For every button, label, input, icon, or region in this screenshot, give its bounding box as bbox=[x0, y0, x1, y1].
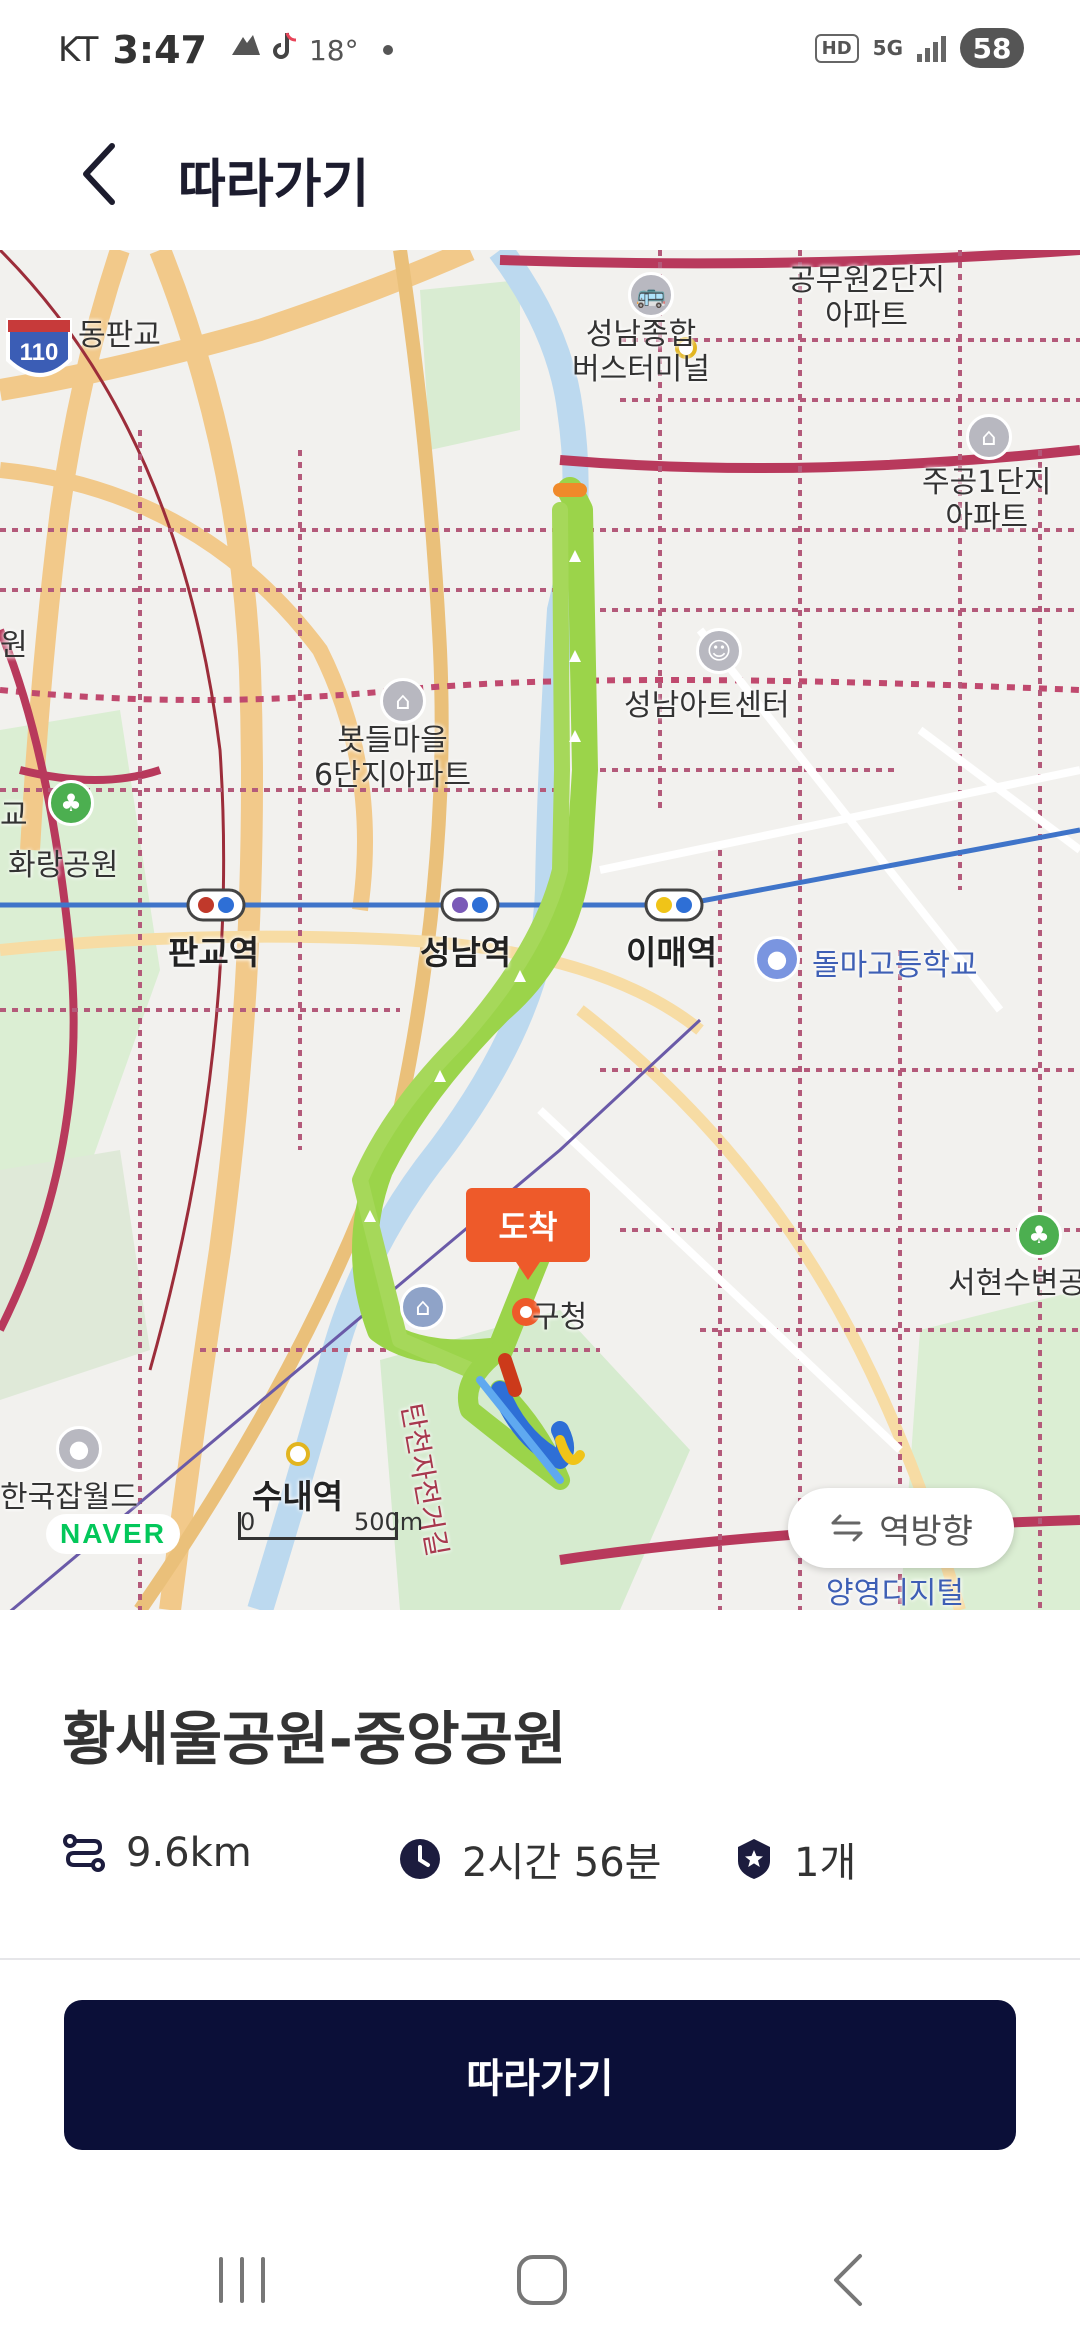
back-icon bbox=[834, 2254, 862, 2306]
notification-app-icon bbox=[229, 31, 263, 69]
map-label-hanguk: 한국잡월드 bbox=[0, 1480, 138, 1515]
reverse-direction-label: 역방향 bbox=[879, 1511, 973, 1552]
page-title: 따라가기 bbox=[178, 155, 370, 215]
bus-icon: 🚌 bbox=[628, 272, 674, 318]
home-icon bbox=[517, 2255, 567, 2305]
scale-distance-label: 500m bbox=[354, 1508, 424, 1536]
recents-icon bbox=[219, 2257, 265, 2303]
map-label-terminal: 성남종합 버스터미널 bbox=[572, 317, 710, 387]
scale-zero-label: 0 bbox=[240, 1508, 256, 1536]
carrier-label: KT bbox=[58, 30, 99, 70]
status-bar: KT 3:47 18° HD 5G 58 bbox=[0, 0, 1080, 100]
arrival-marker[interactable]: 도착 bbox=[466, 1188, 590, 1280]
map-label-seohyeon: 서현수변공 bbox=[948, 1266, 1080, 1301]
naver-logo: NAVER bbox=[46, 1514, 180, 1554]
duration-value: 2시간 56분 bbox=[462, 1840, 662, 1886]
home-button[interactable] bbox=[502, 2240, 582, 2320]
map-label-yangyeong: 양영디지털 bbox=[826, 1576, 964, 1610]
apartment-icon: ⌂ bbox=[380, 678, 426, 724]
map-label-hwarang-park: 화랑공원 bbox=[8, 848, 119, 883]
course-info-sheet: 황새울공원-중앙공원 9.6km 2시간 56분 1개 따라가기 bbox=[0, 1610, 1080, 2340]
government-office-icon: ⌂ bbox=[400, 1284, 446, 1330]
swap-arrows-icon bbox=[831, 1514, 863, 1542]
tiktok-icon bbox=[273, 31, 299, 69]
map-base: 110 bbox=[0, 250, 1080, 1610]
clock-icon bbox=[400, 1839, 440, 1879]
hd-voice-icon: HD bbox=[814, 33, 859, 63]
map-label-bongdeul: 봇들마을 6단지아파트 bbox=[314, 723, 472, 793]
map-label-dongpangyo: 동판교 bbox=[78, 318, 161, 353]
distance-value: 9.6km bbox=[126, 1830, 252, 1876]
chevron-left-icon bbox=[83, 143, 115, 205]
divider bbox=[0, 1958, 1080, 1960]
facility-icon: ● bbox=[56, 1426, 102, 1472]
app-header: 따라가기 bbox=[0, 100, 1080, 250]
school-icon: ● bbox=[754, 936, 800, 982]
back-nav-button[interactable] bbox=[808, 2240, 888, 2320]
course-title: 황새울공원-중앙공원 bbox=[62, 1705, 567, 1773]
station-label-imae: 이매역 bbox=[626, 933, 718, 972]
duration-stat: 2시간 56분 bbox=[398, 1830, 661, 1888]
distance-stat: 9.6km bbox=[62, 1830, 252, 1876]
reverse-direction-button[interactable]: 역방향 bbox=[788, 1488, 1014, 1568]
park-icon: ♣ bbox=[48, 780, 94, 826]
map-label-district-office: 구청 bbox=[532, 1300, 588, 1335]
stamp-count: 1개 bbox=[794, 1840, 857, 1886]
map-label-gongmuwon: 공무원2단지 아파트 bbox=[788, 263, 946, 333]
follow-button[interactable]: 따라가기 bbox=[64, 2000, 1016, 2150]
station-label-pangyo: 판교역 bbox=[168, 933, 260, 972]
course-stats: 9.6km 2시간 56분 1개 bbox=[62, 1830, 1022, 1900]
route-map[interactable]: 110 🚌 ⌂ ☺ ⌂ ♣ ● ♣ ⌂ ● 동판교 공무원2단지 아파트 성남종… bbox=[0, 250, 1080, 1610]
theater-icon: ☺ bbox=[696, 628, 742, 674]
battery-icon: 58 bbox=[960, 28, 1024, 68]
park-icon: ♣ bbox=[1016, 1212, 1062, 1258]
dot-indicator-icon bbox=[382, 45, 393, 55]
badge-icon bbox=[738, 1839, 770, 1879]
map-label-edge: 교 bbox=[0, 798, 28, 833]
station-label-seongnam: 성남역 bbox=[420, 933, 512, 972]
network-type-icon: 5G bbox=[872, 36, 903, 60]
temperature-label: 18° bbox=[308, 33, 359, 67]
back-button[interactable] bbox=[60, 134, 140, 214]
highway-number: 110 bbox=[20, 339, 59, 366]
route-icon bbox=[63, 1834, 105, 1872]
map-label-edge: 원 bbox=[0, 628, 28, 663]
clock-time: 3:47 bbox=[112, 28, 207, 72]
station-label-sunae: 수내역 bbox=[252, 1477, 344, 1516]
signal-icon bbox=[917, 34, 946, 62]
map-label-dolma-school: 돌마고등학교 bbox=[812, 948, 978, 983]
apartment-icon: ⌂ bbox=[966, 414, 1012, 460]
stamp-stat: 1개 bbox=[734, 1830, 856, 1888]
map-label-jugong: 주공1단지 아파트 bbox=[922, 465, 1052, 535]
recents-button[interactable] bbox=[202, 2240, 282, 2320]
map-label-art-center: 성남아트센터 bbox=[624, 688, 790, 723]
system-nav-bar bbox=[0, 2190, 1080, 2340]
